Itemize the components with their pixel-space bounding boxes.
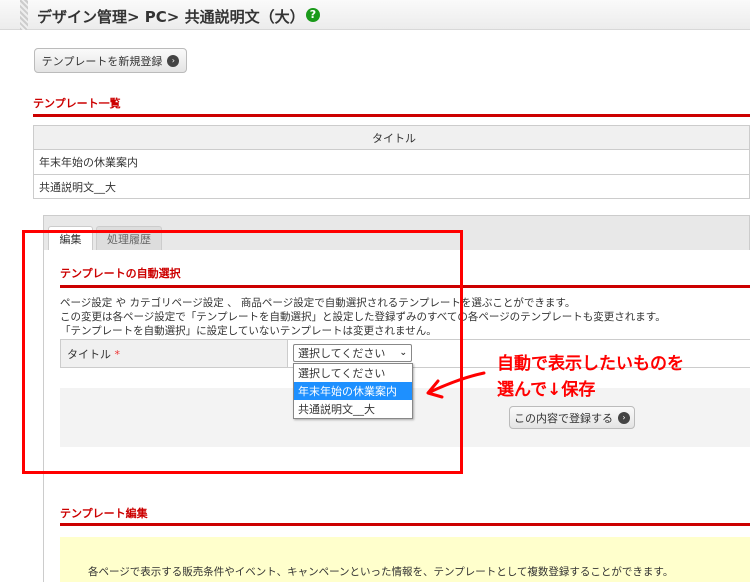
new-template-label: テンプレートを新規登録 (41, 54, 163, 68)
heading-rule (33, 114, 750, 117)
page-title: デザイン管理> PC> 共通説明文（大） (37, 8, 305, 26)
header-stripe (20, 0, 28, 30)
new-template-button[interactable]: テンプレートを新規登録 › (34, 48, 187, 73)
submit-button[interactable]: この内容で登録する › (509, 406, 635, 429)
table-row[interactable]: 共通説明文__大 (33, 175, 750, 199)
heading-rule (60, 523, 750, 526)
template-edit-heading: テンプレート編集 (60, 507, 148, 520)
annotation-text: 選んで↓保存 (497, 380, 596, 400)
table-row[interactable]: 年末年始の休業案内 (33, 150, 750, 175)
arrow-right-icon: › (167, 54, 180, 67)
table-header-title: タイトル (33, 125, 750, 150)
annotation-text: 自動で表示したいものを (497, 354, 684, 374)
arrow-right-icon: › (618, 411, 630, 424)
annotation-arrow-icon (426, 371, 486, 399)
submit-label: この内容で登録する (514, 411, 613, 425)
annotation-box (22, 230, 463, 474)
info-text: 各ページで表示する販売条件やイベント、キャンペーンといった情報を、テンプレートと… (88, 566, 674, 578)
help-icon[interactable]: ? (306, 8, 320, 22)
template-list-heading: テンプレート一覧 (33, 97, 121, 110)
